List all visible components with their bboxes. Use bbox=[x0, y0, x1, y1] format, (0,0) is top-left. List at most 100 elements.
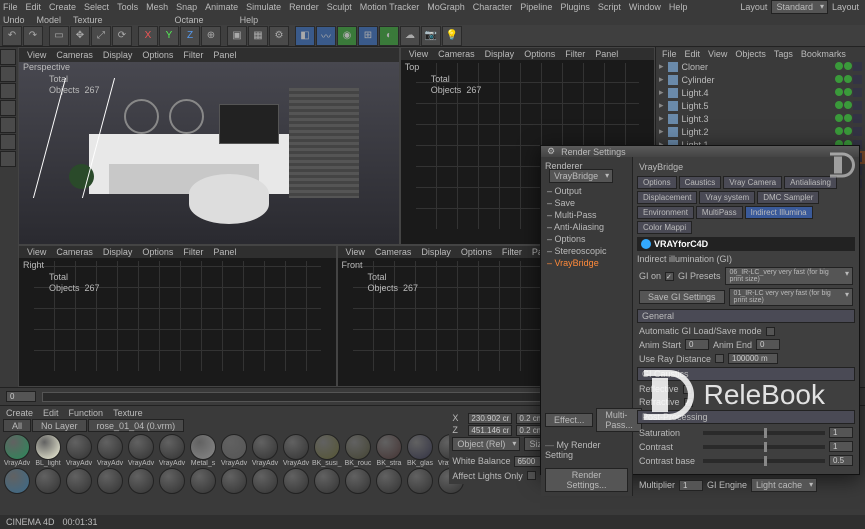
material-tab[interactable]: rose_01_04 (0.vrm) bbox=[88, 419, 185, 432]
material-swatch[interactable]: VrayAdv bbox=[95, 434, 125, 467]
menu-snap[interactable]: Snap bbox=[176, 2, 197, 12]
vray-tab[interactable]: DMC Sampler bbox=[757, 191, 819, 204]
tag-icon[interactable] bbox=[853, 101, 862, 110]
material-swatch[interactable] bbox=[2, 468, 32, 494]
menu-edit[interactable]: Edit bbox=[26, 2, 42, 12]
obj-menu-file[interactable]: File bbox=[662, 49, 677, 59]
object-row[interactable]: ▸Light.5 bbox=[656, 99, 865, 112]
menu-render[interactable]: Render bbox=[289, 2, 319, 12]
material-swatch[interactable] bbox=[95, 468, 125, 494]
material-swatch[interactable] bbox=[188, 468, 218, 494]
vray-tab[interactable]: Options bbox=[637, 176, 677, 189]
mat-menu-texture[interactable]: Texture bbox=[113, 408, 143, 418]
material-swatch[interactable]: BL_light bbox=[33, 434, 63, 467]
vray-tab[interactable]: Color Mappi bbox=[637, 221, 692, 234]
material-swatch[interactable]: VrayAdv bbox=[281, 434, 311, 467]
render-settings-dialog[interactable]: ⚙ Render Settings Renderer VrayBridge – … bbox=[540, 145, 860, 475]
visibility-dot[interactable] bbox=[835, 114, 843, 122]
anim-start-input[interactable] bbox=[685, 339, 709, 350]
section-caustics[interactable]: GI Caustics bbox=[637, 367, 855, 381]
object-row[interactable]: ▸Cylinder bbox=[656, 73, 865, 86]
world-axis-button[interactable]: ⊕ bbox=[201, 26, 221, 46]
tag-icon[interactable] bbox=[853, 75, 862, 84]
material-swatch[interactable]: VrayAdv bbox=[219, 434, 249, 467]
vray-tab[interactable]: MultiPass bbox=[696, 206, 743, 219]
timeline-track[interactable] bbox=[42, 392, 619, 402]
vray-tab[interactable]: Indirect Illumina bbox=[745, 206, 813, 219]
gi-presets-dropdown[interactable]: 06_IR-LC_very very fast (for big print s… bbox=[725, 267, 853, 285]
material-swatch[interactable] bbox=[374, 468, 404, 494]
z-axis-button[interactable]: Z bbox=[180, 26, 200, 46]
render-output-antialiasing[interactable]: – Anti-Aliasing bbox=[545, 221, 628, 233]
model-mode-button[interactable] bbox=[0, 49, 16, 65]
polygon-mode-button[interactable] bbox=[0, 117, 16, 133]
menu-mograph[interactable]: MoGraph bbox=[427, 2, 465, 12]
obj-menu-bookmarks[interactable]: Bookmarks bbox=[801, 49, 846, 59]
vray-tab[interactable]: Displacement bbox=[637, 191, 697, 204]
vp-menu-panel[interactable]: Panel bbox=[213, 247, 236, 257]
visibility-dot[interactable] bbox=[835, 75, 843, 83]
contrast-input[interactable] bbox=[829, 441, 853, 452]
obj-menu-edit[interactable]: Edit bbox=[685, 49, 701, 59]
auto-load-checkbox[interactable] bbox=[766, 327, 775, 336]
menu-help[interactable]: Help bbox=[669, 2, 688, 12]
vray-tabs[interactable]: OptionsCausticsVray CameraAntialiasingDi… bbox=[637, 176, 855, 234]
vp-menu-filter[interactable]: Filter bbox=[502, 247, 522, 257]
menu-motion-tracker[interactable]: Motion Tracker bbox=[360, 2, 420, 12]
saturation-input[interactable] bbox=[829, 427, 853, 438]
menu-plugins[interactable]: Plugins bbox=[560, 2, 590, 12]
vp-menu-filter[interactable]: Filter bbox=[183, 247, 203, 257]
vray-tab[interactable]: Vray Camera bbox=[723, 176, 782, 189]
rotate-button[interactable]: ⟳ bbox=[112, 26, 132, 46]
material-swatch[interactable]: VrayAdv bbox=[2, 434, 32, 467]
material-swatch[interactable] bbox=[157, 468, 187, 494]
x-axis-button[interactable]: X bbox=[138, 26, 158, 46]
vp-menu-options[interactable]: Options bbox=[524, 49, 555, 59]
anim-end-input[interactable] bbox=[756, 339, 780, 350]
mat-menu-function[interactable]: Function bbox=[69, 408, 104, 418]
mat-menu-create[interactable]: Create bbox=[6, 408, 33, 418]
edge-mode-button[interactable] bbox=[0, 100, 16, 116]
object-mode-button[interactable] bbox=[0, 66, 16, 82]
menu-mesh[interactable]: Mesh bbox=[146, 2, 168, 12]
vp-menu-options[interactable]: Options bbox=[142, 50, 173, 60]
effect-button[interactable]: Effect... bbox=[545, 413, 593, 427]
menu-file[interactable]: File bbox=[3, 2, 18, 12]
nurbs-button[interactable]: ◉ bbox=[337, 26, 357, 46]
render-region-button[interactable]: ▦ bbox=[248, 26, 268, 46]
object-row[interactable]: ▸Light.4 bbox=[656, 86, 865, 99]
vp-menu-display[interactable]: Display bbox=[421, 247, 451, 257]
material-swatch[interactable]: Metal_s bbox=[188, 434, 218, 467]
object-row[interactable]: ▸Light.2 bbox=[656, 125, 865, 138]
contrast-base-slider[interactable] bbox=[703, 459, 825, 463]
visibility-dot[interactable] bbox=[835, 127, 843, 135]
move-button[interactable]: ✥ bbox=[70, 26, 90, 46]
save-gi-dropdown[interactable]: 01_IR-LC very very fast (for big print s… bbox=[729, 288, 853, 306]
material-swatch[interactable] bbox=[343, 468, 373, 494]
workplane-button[interactable] bbox=[0, 151, 16, 167]
dialog-sidebar[interactable]: Renderer VrayBridge – Output– Save– Mult… bbox=[541, 157, 633, 496]
menu-tools[interactable]: Tools bbox=[117, 2, 138, 12]
object-row[interactable]: ▸Light.3 bbox=[656, 112, 865, 125]
object-row[interactable]: ▸Cloner bbox=[656, 60, 865, 73]
reflective-checkbox[interactable] bbox=[683, 385, 692, 394]
material-swatch[interactable] bbox=[405, 468, 435, 494]
menu-character[interactable]: Character bbox=[473, 2, 513, 12]
y-axis-button[interactable]: Y bbox=[159, 26, 179, 46]
material-swatch[interactable] bbox=[219, 468, 249, 494]
visibility-dot[interactable] bbox=[835, 88, 843, 96]
vp-menu-filter[interactable]: Filter bbox=[183, 50, 203, 60]
viewport-perspective[interactable]: ViewCamerasDisplayOptionsFilterPanel Per… bbox=[18, 47, 400, 245]
material-swatch[interactable] bbox=[126, 468, 156, 494]
layout-dropdown[interactable]: Standard bbox=[771, 0, 828, 14]
cube-primitive-button[interactable]: ◧ bbox=[295, 26, 315, 46]
vray-tab[interactable]: Caustics bbox=[679, 176, 722, 189]
light-button[interactable]: 💡 bbox=[442, 26, 462, 46]
viewport-right[interactable]: ViewCamerasDisplayOptionsFilterPanel Rig… bbox=[18, 245, 337, 387]
vp-menu-cameras[interactable]: Cameras bbox=[56, 247, 93, 257]
section-general[interactable]: General bbox=[637, 309, 855, 323]
obj-menu-view[interactable]: View bbox=[708, 49, 727, 59]
render-output-save[interactable]: – Save bbox=[545, 197, 628, 209]
environment-button[interactable]: ☁ bbox=[400, 26, 420, 46]
menu-pipeline[interactable]: Pipeline bbox=[520, 2, 552, 12]
